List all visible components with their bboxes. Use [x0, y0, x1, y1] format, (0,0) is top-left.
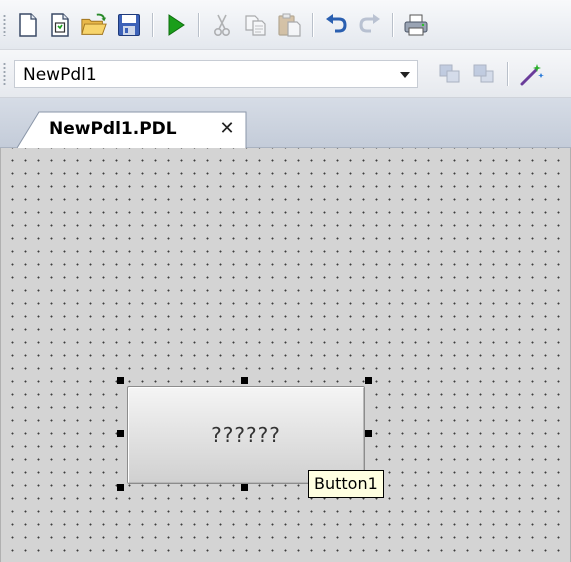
standard-toolbar [0, 0, 571, 50]
print-button[interactable] [402, 11, 430, 39]
resize-handle-top-left[interactable] [117, 377, 124, 384]
cut-button[interactable] [208, 11, 236, 39]
resize-handle-right[interactable] [365, 430, 372, 437]
design-button-text: ?????? [211, 423, 281, 447]
resize-handle-bottom[interactable] [241, 484, 248, 491]
magic-wand-button[interactable] [518, 60, 546, 88]
copy-button[interactable] [242, 11, 270, 39]
save-button[interactable] [115, 11, 143, 39]
open-button[interactable] [80, 11, 108, 39]
document-select-value: NewPdl1 [23, 65, 97, 85]
send-backward-button[interactable] [470, 60, 498, 88]
resize-handle-top-right[interactable] [365, 377, 372, 384]
paste-icon [278, 13, 301, 37]
toolbar-separator [198, 13, 199, 37]
send-backward-icon [473, 64, 494, 83]
bring-forward-button[interactable] [436, 60, 464, 88]
toolbar-separator [312, 13, 313, 37]
document-toolbar: NewPdl1 [0, 50, 571, 98]
document-select[interactable]: NewPdl1 [14, 60, 418, 88]
tab-newpdl1[interactable]: NewPdl1.PDL ✕ [17, 111, 247, 148]
undo-icon [326, 14, 347, 33]
toolbar-grip[interactable] [3, 62, 6, 86]
run-button[interactable] [162, 11, 190, 39]
control-name-tooltip: Button1 [308, 470, 384, 498]
play-icon [168, 14, 185, 36]
new-document-button[interactable] [14, 11, 42, 39]
new-file-button[interactable] [46, 11, 74, 39]
tab-label: NewPdl1.PDL [49, 119, 177, 139]
toolbar-grip[interactable] [3, 14, 6, 36]
resize-handle-left[interactable] [117, 430, 124, 437]
pdl-designer-window: NewPdl1 NewPdl1.PDL ✕ ?????? Button1 [0, 0, 571, 562]
toolbar-separator [507, 62, 508, 86]
chevron-down-icon [400, 72, 410, 78]
magic-wand-icon [520, 64, 544, 86]
redo-icon [359, 14, 380, 33]
paste-button[interactable] [276, 11, 304, 39]
bring-forward-icon [439, 64, 460, 83]
close-icon[interactable]: ✕ [218, 120, 236, 138]
new-file-icon [51, 13, 69, 37]
resize-handle-bottom-left[interactable] [117, 484, 124, 491]
redo-button[interactable] [356, 11, 384, 39]
undo-button[interactable] [322, 11, 350, 39]
document-tab-strip: NewPdl1.PDL ✕ [0, 98, 571, 148]
print-icon [404, 14, 428, 36]
open-folder-icon [81, 13, 107, 35]
cut-icon [213, 14, 231, 37]
toolbar-separator [392, 13, 393, 37]
design-canvas[interactable] [0, 148, 571, 562]
document-select-dropdown-button[interactable] [400, 64, 414, 84]
copy-icon [245, 15, 266, 36]
new-document-icon [19, 13, 37, 37]
resize-handle-top[interactable] [241, 377, 248, 384]
toolbar-separator [152, 13, 153, 37]
save-icon [118, 14, 140, 36]
